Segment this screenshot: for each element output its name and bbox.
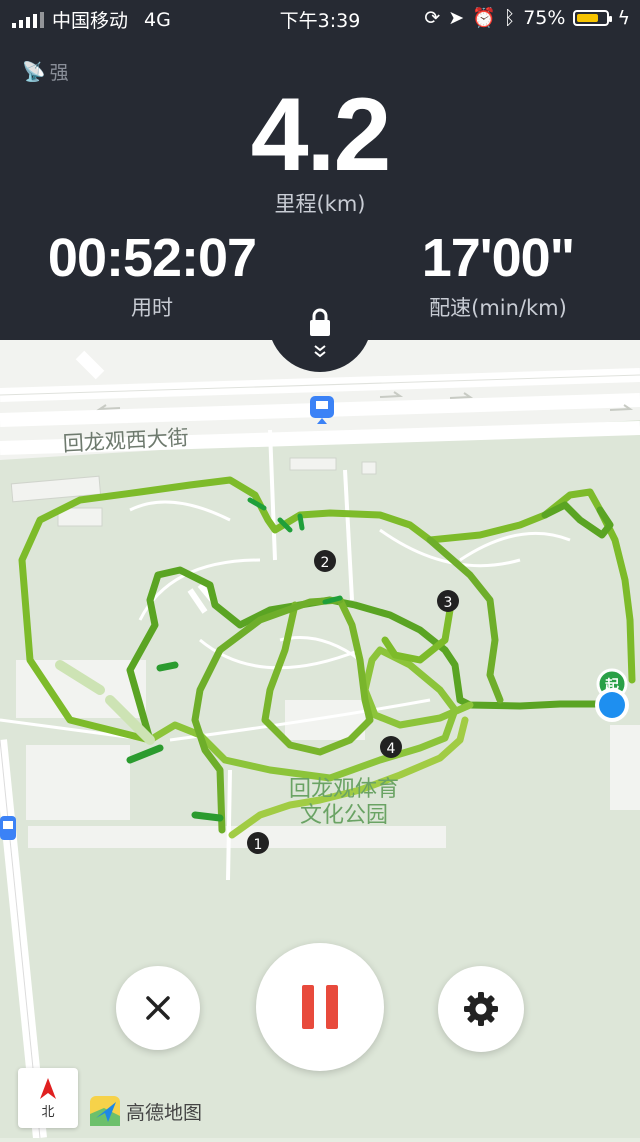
distance-value: 4.2 bbox=[250, 77, 392, 193]
run-dashboard: 📡 强 4.2 里程(km) 00:52:07 用时 17'00" 配速(min… bbox=[0, 0, 640, 340]
location-arrow-icon: ➤ bbox=[448, 6, 465, 29]
bus-stop-icon[interactable] bbox=[0, 816, 16, 840]
km-marker-1[interactable]: 1 bbox=[247, 832, 269, 854]
park-label-line2: 文化公园 bbox=[299, 803, 388, 828]
pace-label: 配速(min/km) bbox=[429, 296, 567, 320]
distance-label: 里程(km) bbox=[274, 192, 366, 216]
lock-icon bbox=[310, 308, 330, 336]
park-label-line1: 回龙观体育 bbox=[288, 777, 399, 802]
end-run-button[interactable] bbox=[116, 966, 200, 1050]
close-icon bbox=[146, 996, 170, 1020]
status-bar: 中国移动 4G 下午3:39 ⟳ ➤ ⏰ ᛒ 75% ϟ bbox=[0, 0, 640, 36]
compass-button[interactable]: 北 bbox=[18, 1068, 78, 1128]
km-marker-4[interactable]: 4 bbox=[380, 736, 402, 758]
map-provider-name: 高德地图 bbox=[126, 1101, 203, 1124]
charging-icon: ϟ bbox=[617, 6, 630, 29]
km-marker-label: 1 bbox=[254, 837, 263, 853]
rotation-lock-icon: ⟳ bbox=[424, 6, 441, 29]
pace-stat: 17'00" 配速(min/km) bbox=[348, 226, 640, 322]
km-marker-label: 2 bbox=[321, 555, 330, 571]
duration-value: 00:52:07 bbox=[47, 228, 257, 288]
pause-icon bbox=[302, 985, 338, 1029]
alarm-icon: ⏰ bbox=[472, 7, 496, 29]
amap-logo-icon bbox=[90, 1096, 120, 1126]
compass-label: 北 bbox=[41, 1104, 55, 1120]
duration-label: 用时 bbox=[131, 296, 173, 320]
north-arrow-icon bbox=[40, 1077, 56, 1099]
gear-icon bbox=[464, 992, 498, 1026]
pause-button[interactable] bbox=[256, 943, 384, 1071]
settings-button[interactable] bbox=[438, 966, 524, 1052]
bluetooth-icon: ᛒ bbox=[503, 6, 516, 29]
clock: 下午3:39 bbox=[279, 10, 361, 32]
map-provider-logo: 高德地图 bbox=[90, 1096, 202, 1126]
chevron-down-icon bbox=[314, 345, 326, 358]
km-marker-label: 3 bbox=[444, 595, 453, 611]
battery-icon bbox=[573, 9, 613, 26]
current-location-icon bbox=[595, 688, 629, 722]
km-marker-label: 4 bbox=[387, 741, 396, 757]
park-label: 回龙观体育 文化公园 bbox=[276, 777, 412, 829]
km-marker-2[interactable]: 2 bbox=[314, 550, 336, 572]
pace-value: 17'00" bbox=[421, 228, 576, 288]
km-marker-3[interactable]: 3 bbox=[437, 590, 459, 612]
battery-percent: 75% bbox=[523, 6, 566, 29]
duration-stat: 00:52:07 用时 bbox=[2, 226, 302, 322]
